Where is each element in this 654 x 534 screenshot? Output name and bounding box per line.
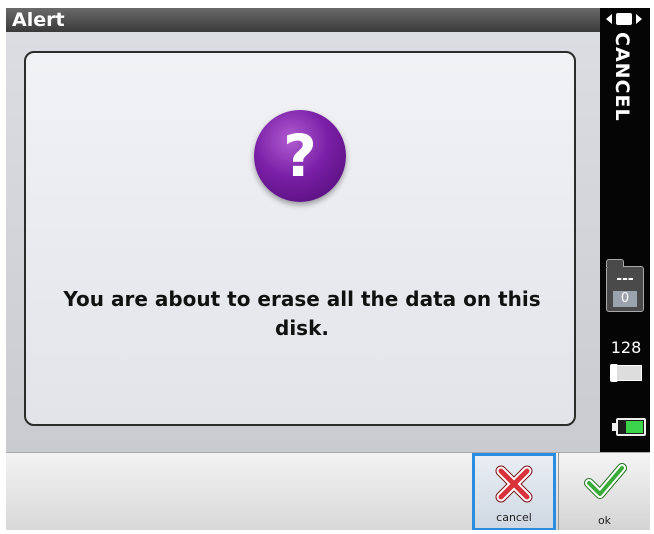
cancel-button[interactable]: cancel xyxy=(472,453,556,530)
screen-icon xyxy=(616,13,632,25)
ok-button-label: ok xyxy=(597,514,612,527)
checkmark-icon xyxy=(583,463,627,499)
side-cancel-button[interactable]: CANCEL xyxy=(611,32,633,122)
battery-fill xyxy=(626,421,643,433)
folder-dashes: --- xyxy=(616,271,634,287)
folder-icon: --- 0 xyxy=(606,259,644,312)
cancel-button-label: cancel xyxy=(496,511,532,524)
memory-card-icon xyxy=(610,364,644,382)
memory-card-body xyxy=(616,365,642,381)
device-screen: Alert ? You are about to erase all the d… xyxy=(6,8,650,530)
window-title: Alert xyxy=(12,9,65,31)
cancel-x-icon xyxy=(495,465,533,503)
title-bar: Alert xyxy=(6,8,600,32)
folder-count: 0 xyxy=(613,291,637,307)
memory-value: 128 xyxy=(610,338,642,357)
nav-arrows-icon[interactable] xyxy=(604,11,646,27)
folder-tab xyxy=(606,259,624,267)
ok-button[interactable]: ok xyxy=(558,453,650,530)
bottom-bar: cancel ok xyxy=(6,452,650,530)
alert-message: You are about to erase all the data on t… xyxy=(63,287,541,340)
arrow-right-icon xyxy=(636,14,642,24)
side-bar: CANCEL --- 0 128 xyxy=(600,8,650,452)
arrow-left-icon xyxy=(606,14,612,24)
alert-dialog: ? You are about to erase all the data on… xyxy=(24,51,576,426)
question-mark-icon: ? xyxy=(254,110,346,202)
alert-area: ? You are about to erase all the data on… xyxy=(6,32,600,452)
battery-icon xyxy=(612,418,646,436)
